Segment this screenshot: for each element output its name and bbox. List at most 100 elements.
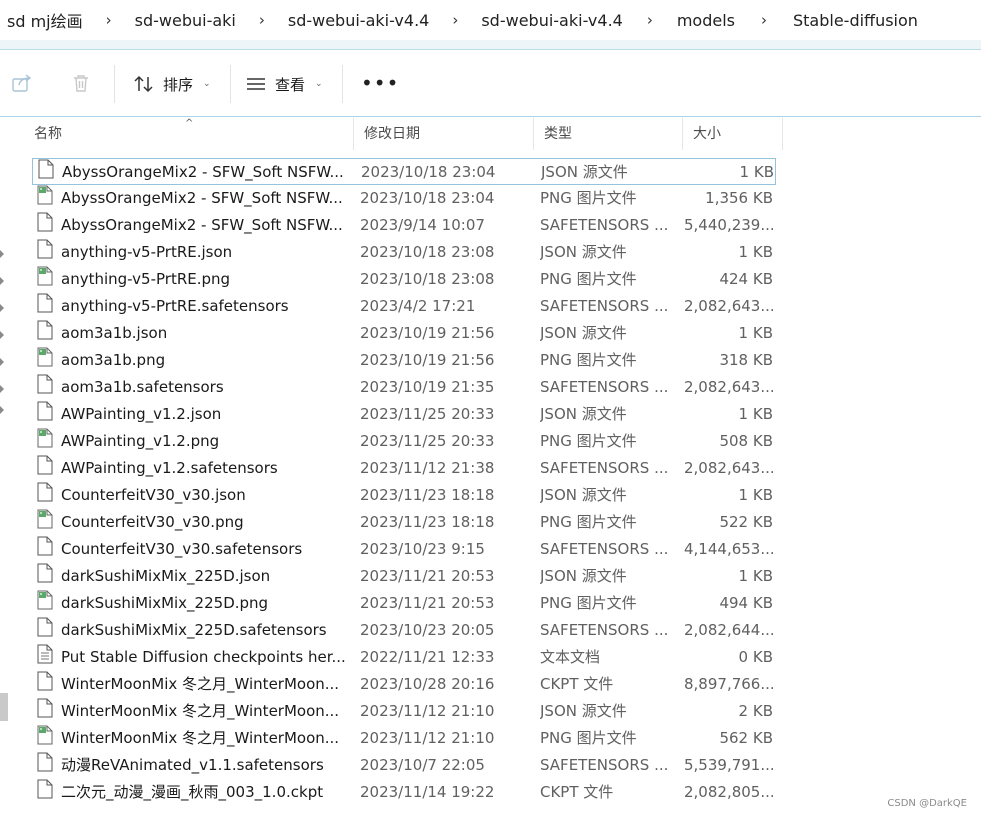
file-row[interactable]: anything-v5-PrtRE.json 2023/10/18 23:08 JS… — [32, 239, 776, 266]
chevron-right-icon[interactable]: › — [626, 11, 674, 29]
file-icon — [37, 752, 53, 779]
file-date-modified: 2023/11/23 18:18 — [360, 486, 495, 504]
expand-arrow-icon[interactable] — [0, 406, 4, 414]
breadcrumb-item-stable-diffusion[interactable]: Stable-diffusion — [790, 11, 921, 30]
file-row[interactable]: AWPainting_v1.2.png 2023/11/25 20:33 PNG 图… — [32, 428, 776, 455]
file-row[interactable]: 动漫ReVAnimated_v1.1.safetensors 2023/10/7 … — [32, 752, 776, 779]
file-date-modified: 2023/10/18 23:04 — [360, 189, 495, 207]
json-file-icon — [37, 320, 53, 347]
file-row[interactable]: CounterfeitV30_v30.safetensors 2023/10/23… — [32, 536, 776, 563]
file-type: PNG 图片文件 — [540, 270, 637, 288]
file-row[interactable]: AWPainting_v1.2.json 2023/11/25 20:33 JSON… — [32, 401, 776, 428]
view-button[interactable]: 查看 ⌄ — [245, 71, 323, 97]
expand-arrow-icon[interactable] — [0, 250, 4, 258]
file-name: darkSushiMixMix_225D.safetensors — [61, 621, 327, 639]
file-name: AWPainting_v1.2.safetensors — [61, 459, 278, 477]
file-type: 文本文档 — [540, 648, 601, 666]
file-date-modified: 2023/10/18 23:08 — [360, 243, 495, 261]
trash-icon[interactable] — [69, 71, 93, 95]
file-date-modified: 2023/11/21 20:53 — [360, 594, 495, 612]
file-row[interactable]: AbyssOrangeMix2 - SFW_Soft NSFW... 2023/1… — [32, 185, 776, 212]
file-row[interactable]: WinterMoonMix 冬之月_WinterMoon... 2023/10/2… — [32, 671, 776, 698]
file-name: AbyssOrangeMix2 - SFW_Soft NSFW... — [62, 163, 344, 181]
file-type: SAFETENSORS ... — [540, 378, 669, 396]
file-row[interactable]: anything-v5-PrtRE.png 2023/10/18 23:08 PNG… — [32, 266, 776, 293]
file-type: SAFETENSORS ... — [540, 297, 669, 315]
file-icon — [37, 536, 53, 563]
file-name: anything-v5-PrtRE.png — [61, 270, 231, 288]
file-name: CounterfeitV30_v30.png — [61, 513, 244, 531]
breadcrumb: sd mj绘画 › sd-webui-aki › sd-webui-aki-v4… — [0, 0, 981, 40]
expand-arrow-icon[interactable] — [0, 304, 4, 312]
file-size: 508 KB — [719, 432, 773, 450]
json-file-icon — [38, 159, 54, 186]
expand-arrow-icon[interactable] — [0, 358, 4, 366]
file-type: PNG 图片文件 — [540, 432, 637, 450]
file-row[interactable]: CounterfeitV30_v30.png 2023/11/23 18:18 PN… — [32, 509, 776, 536]
file-row[interactable]: WinterMoonMix 冬之月_WinterMoon... 2023/11/1… — [32, 698, 776, 725]
breadcrumb-item-sd-webui-aki-v4-4[interactable]: sd-webui-aki-v4.4 — [285, 11, 432, 30]
view-list-icon — [247, 78, 265, 90]
file-size: 1 KB — [738, 567, 773, 585]
file-row[interactable]: AbyssOrangeMix2 - SFW_Soft NSFW... 2023/9… — [32, 212, 776, 239]
file-date-modified: 2023/10/28 20:16 — [360, 675, 495, 693]
file-size: 2,082,643... — [684, 378, 773, 396]
sort-button[interactable]: 排序 ⌄ — [133, 71, 211, 97]
navigation-scrollbar[interactable] — [0, 693, 8, 721]
breadcrumb-item-sd-webui-aki-v4-4-inner[interactable]: sd-webui-aki-v4.4 — [478, 11, 625, 30]
file-row[interactable]: AbyssOrangeMix2 - SFW_Soft NSFW... 2023/1… — [32, 158, 776, 185]
share-icon[interactable] — [10, 71, 34, 95]
file-type: CKPT 文件 — [540, 783, 614, 801]
chevron-right-icon[interactable]: › — [86, 11, 132, 29]
image-file-icon — [37, 347, 53, 374]
column-header-name[interactable]: 名称 — [24, 118, 354, 150]
file-name: AbyssOrangeMix2 - SFW_Soft NSFW... — [61, 189, 343, 207]
column-header-type[interactable]: 类型 — [534, 118, 683, 150]
file-row[interactable]: CounterfeitV30_v30.json 2023/11/23 18:18 J… — [32, 482, 776, 509]
file-date-modified: 2023/9/14 10:07 — [360, 216, 485, 234]
breadcrumb-item-sd-webui-aki[interactable]: sd-webui-aki — [132, 11, 239, 30]
file-icon — [37, 779, 53, 806]
file-row[interactable]: darkSushiMixMix_225D.png 2023/11/21 20:53… — [32, 590, 776, 617]
file-row[interactable]: darkSushiMixMix_225D.safetensors 2023/10/… — [32, 617, 776, 644]
file-name: WinterMoonMix 冬之月_WinterMoon... — [61, 729, 340, 747]
file-size: 1,356 KB — [705, 189, 773, 207]
file-type: PNG 图片文件 — [540, 189, 637, 207]
expand-arrow-icon[interactable] — [0, 277, 4, 285]
expand-arrow-icon[interactable] — [0, 331, 4, 339]
column-header: 名称 修改日期 类型 大小 — [24, 118, 784, 150]
file-type: SAFETENSORS ... — [540, 756, 669, 774]
file-type: JSON 源文件 — [540, 243, 627, 261]
file-date-modified: 2023/10/18 23:08 — [360, 270, 495, 288]
file-date-modified: 2023/11/23 18:18 — [360, 513, 495, 531]
file-name: aom3a1b.json — [61, 324, 168, 342]
file-type: PNG 图片文件 — [540, 594, 637, 612]
chevron-right-icon[interactable]: › — [432, 11, 478, 29]
breadcrumb-item-sd-mj[interactable]: sd mj绘画 — [4, 8, 86, 32]
file-type: CKPT 文件 — [540, 675, 614, 693]
file-row[interactable]: darkSushiMixMix_225D.json 2023/11/21 20:5… — [32, 563, 776, 590]
file-row[interactable]: WinterMoonMix 冬之月_WinterMoon... 2023/11/1… — [32, 725, 776, 752]
file-name: AbyssOrangeMix2 - SFW_Soft NSFW... — [61, 216, 343, 234]
chevron-right-icon[interactable]: › — [239, 11, 285, 29]
file-icon — [37, 671, 53, 698]
file-row[interactable]: Put Stable Diffusion checkpoints her... 2… — [32, 644, 776, 671]
file-size: 5,440,239... — [684, 216, 773, 234]
column-header-date[interactable]: 修改日期 — [354, 118, 534, 150]
file-row[interactable]: aom3a1b.png 2023/10/19 21:56 PNG 图片文件 318 K… — [32, 347, 776, 374]
breadcrumb-item-models[interactable]: models — [674, 11, 738, 30]
expand-arrow-icon[interactable] — [0, 385, 4, 393]
file-date-modified: 2023/10/23 20:05 — [360, 621, 495, 639]
file-row[interactable]: anything-v5-PrtRE.safetensors 2023/4/2 17… — [32, 293, 776, 320]
file-size: 1 KB — [738, 324, 773, 342]
file-row[interactable]: aom3a1b.json 2023/10/19 21:56 JSON 源文件 1 KB — [32, 320, 776, 347]
watermark: CSDN @DarkQE — [887, 798, 967, 809]
column-header-size[interactable]: 大小 — [683, 118, 783, 150]
chevron-right-icon[interactable]: › — [738, 11, 790, 29]
file-row[interactable]: 二次元_动漫_漫画_秋雨_003_1.0.ckpt 2023/11/14 19:2… — [32, 779, 776, 806]
file-icon — [37, 617, 53, 644]
file-row[interactable]: AWPainting_v1.2.safetensors 2023/11/12 21… — [32, 455, 776, 482]
file-row[interactable]: aom3a1b.safetensors 2023/10/19 21:35 SAFET… — [32, 374, 776, 401]
file-name: WinterMoonMix 冬之月_WinterMoon... — [61, 675, 340, 693]
more-options-button[interactable]: ••• — [361, 73, 399, 93]
